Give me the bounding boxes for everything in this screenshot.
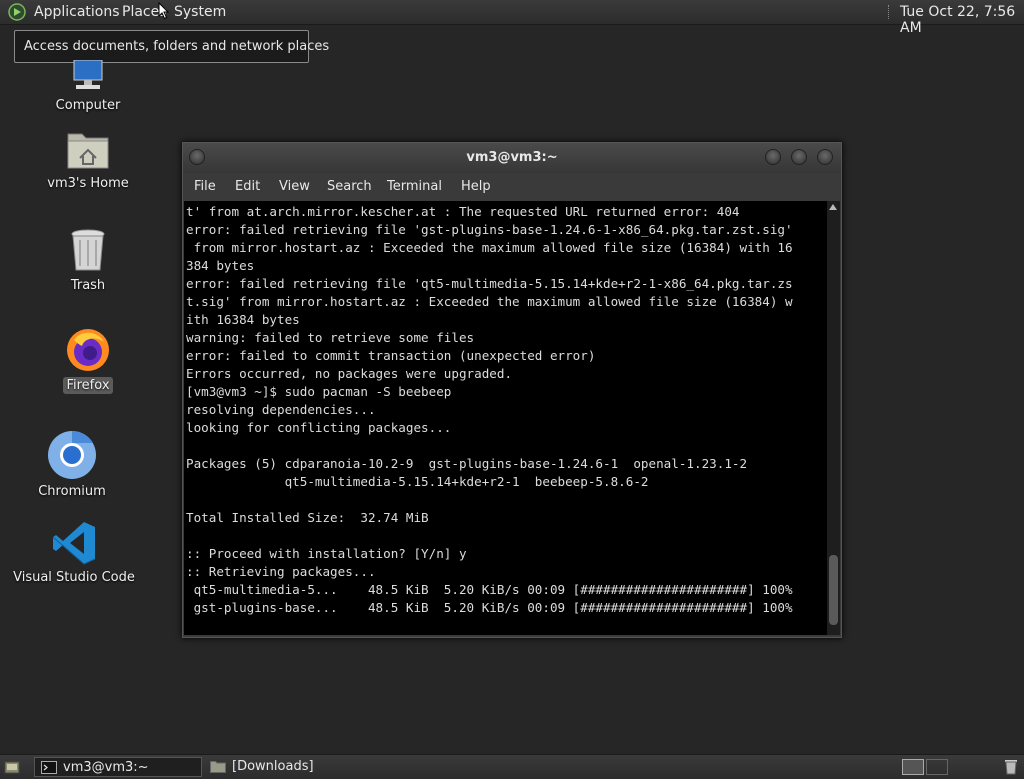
trash-icon: [71, 229, 105, 271]
vscode-icon: [52, 522, 96, 565]
menu-edit[interactable]: Edit: [235, 179, 260, 194]
workspace-1[interactable]: [902, 759, 924, 775]
trash-applet-icon[interactable]: [1004, 758, 1018, 775]
chromium-icon: [48, 430, 96, 479]
firefox-icon: [67, 329, 109, 371]
home-folder-icon: [67, 133, 109, 169]
terminal-menubar: File Edit View Search Terminal Help: [183, 173, 841, 200]
system-menu[interactable]: System: [174, 4, 226, 20]
terminal-window[interactable]: vm3@vm3:~ File Edit View Search Terminal…: [182, 142, 842, 638]
desktop-icon-vscode[interactable]: Visual Studio Code: [10, 520, 138, 585]
mouse-cursor-icon: [158, 2, 170, 20]
panel-separator: [888, 5, 893, 19]
terminal-output: t' from at.arch.mirror.kescher.at : The …: [186, 204, 793, 615]
window-title: vm3@vm3:~: [466, 150, 558, 165]
desktop-icon-home[interactable]: vm3's Home: [38, 128, 138, 191]
desktop-icon-chromium[interactable]: Chromium: [22, 430, 122, 499]
places-tooltip: Access documents, folders and network pl…: [14, 30, 329, 63]
taskbar-label: [Downloads]: [232, 759, 314, 774]
scrollbar-thumb[interactable]: [829, 555, 838, 625]
show-desktop-icon[interactable]: [4, 759, 20, 775]
desktop-icon-firefox[interactable]: Firefox: [38, 326, 138, 394]
menu-view[interactable]: View: [279, 179, 310, 194]
scroll-up-arrow-icon[interactable]: [829, 204, 837, 210]
applications-menu[interactable]: Applications: [34, 4, 120, 20]
menu-search[interactable]: Search: [327, 179, 372, 194]
window-titlebar[interactable]: vm3@vm3:~: [183, 143, 841, 173]
desktop-icon-label: Computer: [55, 98, 121, 113]
terminal-icon: [41, 761, 57, 774]
clock[interactable]: Tue Oct 22, 7:56 AM: [900, 4, 1024, 36]
menu-help[interactable]: Help: [461, 179, 491, 194]
taskbar-terminal[interactable]: vm3@vm3:~: [34, 757, 202, 777]
desktop-icon-label: Visual Studio Code: [13, 570, 135, 585]
taskbar-label: vm3@vm3:~: [63, 760, 149, 775]
top-panel: Applications Places System Tue Oct 22, 7…: [0, 0, 1024, 36]
applications-menu-icon[interactable]: [8, 3, 26, 21]
desktop-icon-label: Firefox: [63, 377, 113, 394]
desktop-icon-trash[interactable]: Trash: [38, 228, 138, 293]
taskbar-downloads[interactable]: [Downloads]: [204, 757, 404, 777]
menu-file[interactable]: File: [194, 179, 216, 194]
terminal-scrollbar[interactable]: [827, 201, 840, 635]
close-button[interactable]: [817, 149, 833, 165]
menu-terminal[interactable]: Terminal: [387, 179, 442, 194]
folder-icon: [210, 761, 226, 773]
bottom-panel: vm3@vm3:~ [Downloads]: [0, 754, 1024, 779]
terminal-output-area[interactable]: t' from at.arch.mirror.kescher.at : The …: [184, 201, 827, 635]
maximize-button[interactable]: [791, 149, 807, 165]
workspace-2[interactable]: [926, 759, 948, 775]
desktop-icon-computer[interactable]: Computer: [38, 59, 138, 113]
desktop-icon-label: Trash: [70, 278, 106, 293]
computer-icon: [73, 59, 103, 89]
desktop-icon-label: vm3's Home: [47, 176, 129, 191]
minimize-button[interactable]: [765, 149, 781, 165]
desktop-icon-label: Chromium: [38, 484, 106, 499]
